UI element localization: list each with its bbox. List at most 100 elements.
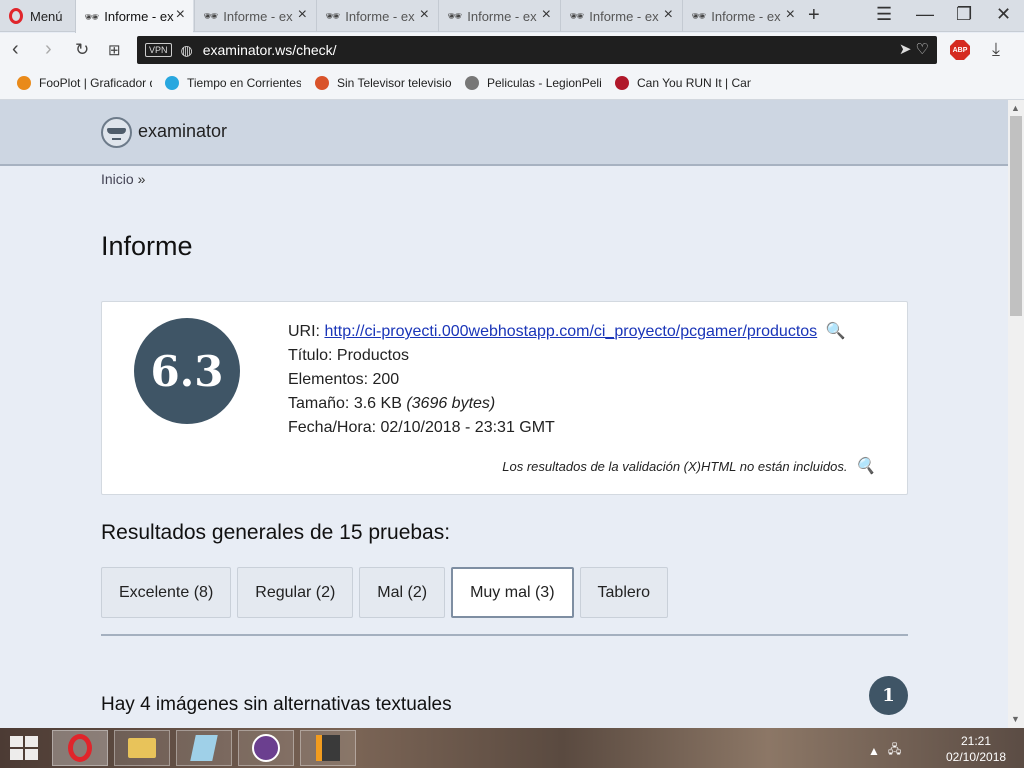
taskbar-cat-app-icon[interactable] <box>238 730 294 766</box>
tab-menu-icon[interactable]: ☰ <box>876 4 892 25</box>
tab-label: Informe - examinator <box>223 8 293 24</box>
tab-informe-4[interactable]: 🕶 Informe - examinator × <box>438 0 559 32</box>
spy-icon: 🕶 <box>447 9 463 23</box>
elements-value: 200 <box>372 371 400 388</box>
forward-icon[interactable]: › <box>45 38 52 61</box>
datetime-label: Fecha/Hora: <box>288 419 377 436</box>
bookmark-label: Peliculas - LegionPeli <box>487 76 601 90</box>
close-tab-icon[interactable]: × <box>786 6 795 24</box>
tab-label: Informe - examinator <box>104 9 174 24</box>
clock-date: 02/10/2018 <box>946 750 1007 764</box>
show-hidden-icons[interactable]: ▲ <box>868 744 880 758</box>
size-bytes: (3696 bytes) <box>406 395 496 412</box>
site-name[interactable]: examinator <box>138 121 227 142</box>
opera-logo-icon <box>9 8 23 24</box>
close-tab-icon[interactable]: × <box>176 6 185 24</box>
datetime-row: Fecha/Hora: 02/10/2018 - 23:31 GMT <box>288 416 846 440</box>
result-filter-tabs: Excelente (8) Regular (2) Mal (2) Muy ma… <box>101 567 669 618</box>
sunglasses-logo-icon[interactable] <box>101 117 132 148</box>
new-tab-button[interactable]: + <box>808 4 820 27</box>
tab-label: Informe - examinator <box>589 8 659 24</box>
uri-link[interactable]: http://ci-proyecti.000webhostapp.com/ci_… <box>324 323 817 340</box>
taskbar-clock[interactable]: 21:21 02/10/2018 <box>946 733 1006 765</box>
size-value: 3.6 KB <box>353 395 402 412</box>
menu-label: Menú <box>30 8 63 24</box>
filter-muy-mal-button[interactable]: Muy mal (3) <box>451 567 574 618</box>
tab-informe-6[interactable]: 🕶 Informe - examinator × <box>682 0 803 32</box>
scroll-up-icon[interactable]: ▲ <box>1011 103 1020 113</box>
breadcrumb-home-link[interactable]: Inicio <box>101 171 134 187</box>
tab-label: Informe - examinator <box>345 8 415 24</box>
filter-mal-button[interactable]: Mal (2) <box>359 567 446 618</box>
uri-label: URI: <box>288 323 320 340</box>
spy-icon: 🕶 <box>569 9 585 23</box>
score-badge: 6.3 <box>134 318 240 424</box>
taskbar-notes-icon[interactable] <box>176 730 232 766</box>
close-tab-icon[interactable]: × <box>542 6 551 24</box>
filter-tablero-button[interactable]: Tablero <box>579 567 669 618</box>
filter-regular-button[interactable]: Regular (2) <box>237 567 354 618</box>
title-row: Título: Productos <box>288 344 846 368</box>
taskbar-file-explorer-icon[interactable] <box>114 730 170 766</box>
size-row: Tamaño: 3.6 KB (3696 bytes) <box>288 392 846 416</box>
title-label: Título: <box>288 347 333 364</box>
section-divider <box>101 634 908 636</box>
bookmark-fooplot[interactable]: FooPlot | Graficador d <box>17 76 152 90</box>
validation-note: Los resultados de la validación (X)HTML … <box>502 456 875 476</box>
windows-start-icon[interactable] <box>10 736 38 760</box>
network-icon[interactable]: 🖧 <box>888 740 901 761</box>
close-tab-icon[interactable]: × <box>664 6 673 24</box>
breadcrumb-separator: » <box>137 171 146 187</box>
film-reel-icon <box>465 76 479 90</box>
size-label: Tamaño: <box>288 395 350 412</box>
page-title: Informe <box>101 231 193 261</box>
system-tray: ▲ 🖧 <box>868 740 901 761</box>
taskbar-opera-icon[interactable] <box>52 730 108 766</box>
magnifier-icon[interactable]: 🔍 <box>826 320 846 344</box>
scroll-thumb[interactable] <box>1010 116 1022 316</box>
elements-row: Elementos: 200 <box>288 368 846 392</box>
bookmark-label: FooPlot | Graficador d <box>39 76 152 90</box>
tab-informe-5[interactable]: 🕶 Informe - examinator × <box>560 0 681 32</box>
download-icon[interactable]: ⤓ <box>992 39 1000 60</box>
reload-icon[interactable]: ↻ <box>75 40 89 60</box>
tab-informe-2[interactable]: 🕶 Informe - examinator × <box>194 0 315 32</box>
taskbar-sublime-icon[interactable] <box>300 730 356 766</box>
share-heart-icons[interactable]: ➤ ♡ <box>899 40 929 58</box>
back-icon[interactable]: ‹ <box>12 38 19 61</box>
restore-icon[interactable]: ❐ <box>956 4 972 25</box>
minimize-icon[interactable]: — <box>916 4 934 25</box>
adblock-icon[interactable]: ABP <box>950 40 970 60</box>
tab-informe-1[interactable]: 🕶 Informe - examinator × <box>75 0 193 33</box>
validation-note-text: Los resultados de la validación (X)HTML … <box>502 459 848 474</box>
elements-label: Elementos: <box>288 371 369 388</box>
tab-strip: Menú 🕶 Informe - examinator × 🕶 Informe … <box>0 0 1024 33</box>
close-tab-icon[interactable]: × <box>420 6 429 24</box>
bookmark-peliculas[interactable]: Peliculas - LegionPeli <box>465 76 601 90</box>
bookmark-sin-televisor[interactable]: Sin Televisor televisio <box>315 76 452 90</box>
scroll-down-icon[interactable]: ▼ <box>1011 714 1020 724</box>
address-row: ‹ › ↻ ⊞ VPN ◍ examinator.ws/check/ ➤ ♡ A… <box>0 33 1024 67</box>
magnifier-icon[interactable]: 🔍 <box>855 456 875 476</box>
spy-icon: 🕶 <box>325 9 341 23</box>
filter-excelente-button[interactable]: Excelente (8) <box>101 567 232 618</box>
bookmark-tiempo[interactable]: Tiempo en Corrientes <box>165 76 301 90</box>
opera-menu-button[interactable]: Menú <box>0 0 74 32</box>
tab-informe-3[interactable]: 🕶 Informe - examinator × <box>316 0 437 32</box>
site-header: examinator <box>0 100 1008 166</box>
address-bar[interactable]: VPN ◍ examinator.ws/check/ ➤ ♡ <box>137 36 937 64</box>
page-viewport: examinator Inicio » Informe 6.3 URI: htt… <box>0 100 1008 728</box>
speed-dial-icon[interactable]: ⊞ <box>108 41 121 59</box>
datetime-value: 02/10/2018 - 23:31 GMT <box>380 419 555 436</box>
url-text[interactable]: examinator.ws/check/ <box>203 42 337 58</box>
issue-title: Hay 4 imágenes sin alternativas textuale… <box>101 694 452 715</box>
clock-time: 21:21 <box>960 734 992 748</box>
close-window-icon[interactable]: ✕ <box>996 4 1011 25</box>
close-tab-icon[interactable]: × <box>298 6 307 24</box>
weather-icon <box>165 76 179 90</box>
windows-taskbar: ▲ 🖧 21:21 02/10/2018 <box>0 728 1024 768</box>
vertical-scrollbar[interactable]: ▲ ▼ <box>1008 100 1024 728</box>
uri-row: URI: http://ci-proyecti.000webhostapp.co… <box>288 320 846 344</box>
bookmark-can-you-run-it[interactable]: Can You RUN It | Can <box>615 76 751 90</box>
vpn-badge[interactable]: VPN <box>145 43 172 57</box>
